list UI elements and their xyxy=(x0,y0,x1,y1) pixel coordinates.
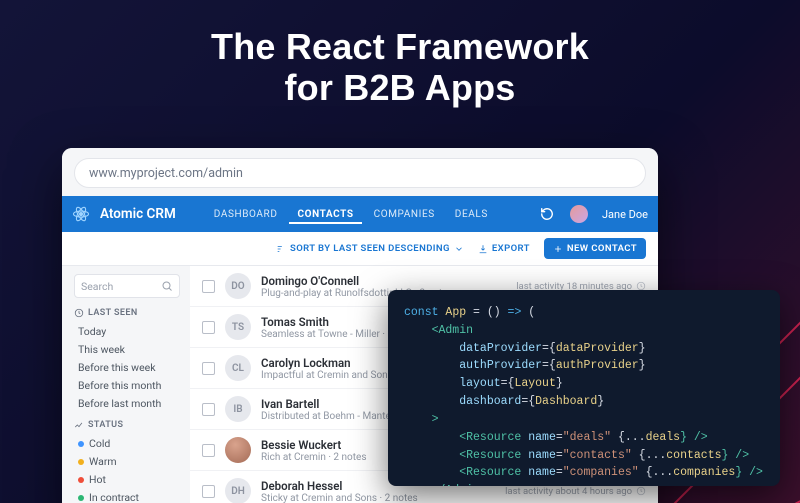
contact-avatar: CL xyxy=(225,355,251,381)
facet-item[interactable]: Before last month xyxy=(74,394,180,412)
facet-status-head: STATUS xyxy=(74,420,180,430)
facet-item[interactable]: Warm xyxy=(74,452,180,470)
contact-avatar: TS xyxy=(225,314,251,340)
hero-title: The React Framework for B2B Apps xyxy=(0,0,800,109)
facet-item[interactable]: In contract xyxy=(74,488,180,503)
facet-item[interactable]: This week xyxy=(74,340,180,358)
main-nav: DASHBOARD CONTACTS COMPANIES DEALS xyxy=(206,205,496,224)
facet-item[interactable]: Before this month xyxy=(74,376,180,394)
facet-item[interactable]: Before this week xyxy=(74,358,180,376)
contact-avatar: DO xyxy=(225,273,251,299)
clock-icon xyxy=(636,486,646,496)
contact-avatar: DH xyxy=(225,478,251,503)
user-name[interactable]: Jane Doe xyxy=(602,208,648,221)
row-checkbox[interactable] xyxy=(202,444,215,457)
nav-contacts[interactable]: CONTACTS xyxy=(289,205,361,224)
row-checkbox[interactable] xyxy=(202,403,215,416)
search-icon xyxy=(161,280,173,292)
row-checkbox[interactable] xyxy=(202,362,215,375)
chevron-down-icon xyxy=(454,244,464,254)
user-avatar[interactable] xyxy=(570,205,588,223)
refresh-icon[interactable] xyxy=(540,207,554,221)
filter-sidebar: Search LAST SEEN Today This week Before … xyxy=(62,266,190,503)
nav-companies[interactable]: COMPANIES xyxy=(366,205,443,224)
new-contact-button[interactable]: NEW CONTACT xyxy=(544,238,646,259)
list-toolbar: SORT BY LAST SEEN DESCENDING EXPORT NEW … xyxy=(62,232,658,266)
react-logo-icon xyxy=(72,205,90,223)
app-brand: Atomic CRM xyxy=(100,206,176,222)
search-input[interactable]: Search xyxy=(74,274,180,298)
download-icon xyxy=(478,244,488,254)
row-checkbox[interactable] xyxy=(202,321,215,334)
facet-item[interactable]: Cold xyxy=(74,434,180,452)
address-bar[interactable]: www.myproject.com/admin xyxy=(74,158,646,188)
export-button[interactable]: EXPORT xyxy=(478,243,530,254)
nav-dashboard[interactable]: DASHBOARD xyxy=(206,205,286,224)
facet-item[interactable]: Hot xyxy=(74,470,180,488)
contact-avatar: IB xyxy=(225,396,251,422)
plus-icon xyxy=(553,244,563,254)
facet-item[interactable]: Today xyxy=(74,322,180,340)
contact-avatar xyxy=(225,437,251,463)
sort-button[interactable]: SORT BY LAST SEEN DESCENDING xyxy=(276,243,464,254)
address-url: www.myproject.com/admin xyxy=(89,166,243,181)
code-snippet: const App = () => ( <Admin dataProvider=… xyxy=(388,290,780,486)
trend-icon xyxy=(74,420,84,430)
nav-deals[interactable]: DEALS xyxy=(447,205,496,224)
row-checkbox[interactable] xyxy=(202,485,215,498)
row-checkbox[interactable] xyxy=(202,280,215,293)
facet-last-seen-head: LAST SEEN xyxy=(74,308,180,318)
row-meta: last activity about 4 hours ago xyxy=(505,486,646,497)
clock-icon xyxy=(74,308,84,318)
app-header: Atomic CRM DASHBOARD CONTACTS COMPANIES … xyxy=(62,196,658,232)
